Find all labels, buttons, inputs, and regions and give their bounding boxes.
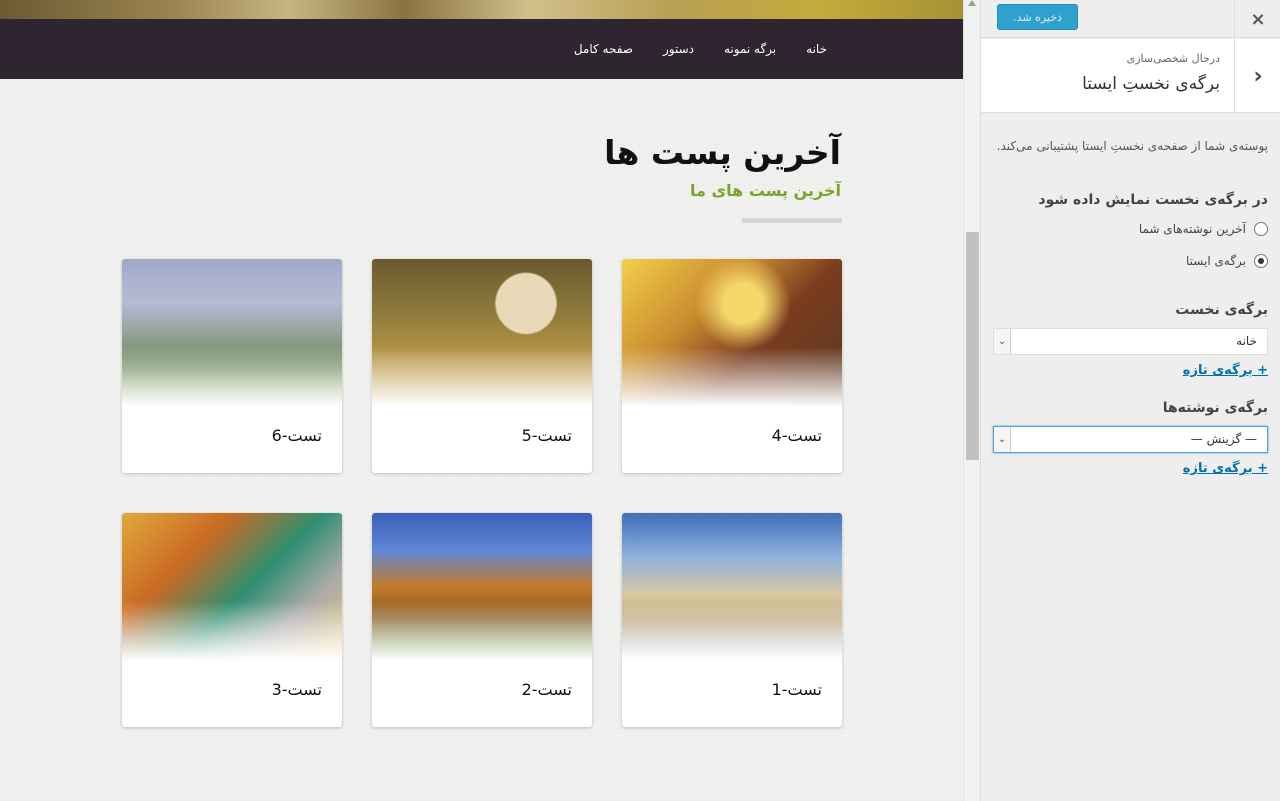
- front-page-select[interactable]: ⌄ خانه: [993, 328, 1268, 355]
- add-new-page-link[interactable]: + برگه‌ی تازه: [1183, 461, 1268, 476]
- radio-label: آخرین نوشته‌های شما: [1138, 222, 1246, 236]
- customizing-label: درحال شخصی‌سازی: [1126, 52, 1220, 65]
- select-value: — گزینش —: [1190, 432, 1257, 446]
- post-card[interactable]: تست-3: [122, 513, 342, 727]
- post-title[interactable]: تست-2: [522, 680, 572, 699]
- add-new-page-link[interactable]: + برگه‌ی تازه: [1183, 363, 1268, 378]
- post-title[interactable]: تست-5: [522, 426, 572, 445]
- section-subtitle: آخرین پست های ما: [690, 181, 841, 200]
- post-thumbnail: [622, 259, 842, 407]
- chevron-down-icon: ⌄: [994, 329, 1011, 354]
- section-header: ‹ درحال شخصی‌سازی برگه‌ی نخستِ ایستا: [981, 39, 1280, 113]
- section-description: پوسته‌ی شما از صفحه‌ی نخستِ ایستا پشتیبا…: [996, 139, 1268, 153]
- radio-label: برگه‌ی ایستا: [1186, 254, 1246, 268]
- front-page-display-heading: در برگه‌ی نخست نمایش داده شود: [1038, 192, 1268, 208]
- post-card[interactable]: تست-4: [622, 259, 842, 473]
- close-button[interactable]: ×: [1234, 0, 1280, 38]
- section-name: برگه‌ی نخستِ ایستا: [1082, 74, 1220, 94]
- back-button[interactable]: ‹: [1234, 39, 1280, 113]
- radio-static-page[interactable]: برگه‌ی ایستا: [1186, 254, 1268, 268]
- chevron-down-icon: ⌄: [994, 427, 1011, 452]
- nav-item-recipe[interactable]: دستور: [663, 42, 694, 56]
- post-card[interactable]: تست-1: [622, 513, 842, 727]
- select-value: خانه: [1236, 334, 1257, 348]
- scrollbar-thumb[interactable]: [966, 232, 979, 460]
- title-divider: [742, 218, 842, 223]
- radio-button[interactable]: [1254, 222, 1268, 236]
- header-image: [0, 0, 963, 19]
- site-preview: خانه برگه نمونه دستور صفحه کامل آخرین پس…: [0, 0, 963, 801]
- nav-item-sample-page[interactable]: برگه نمونه: [724, 42, 776, 56]
- post-card[interactable]: تست-2: [372, 513, 592, 727]
- close-icon: ×: [1250, 8, 1266, 30]
- preview-scrollbar[interactable]: [963, 0, 980, 801]
- post-thumbnail: [122, 259, 342, 407]
- chevron-left-icon: ‹: [1253, 63, 1263, 89]
- nav-item-full-page[interactable]: صفحه کامل: [574, 42, 633, 56]
- post-thumbnail: [372, 259, 592, 407]
- post-thumbnail: [622, 513, 842, 661]
- posts-page-select[interactable]: ⌄ — گزینش —: [993, 426, 1268, 453]
- site-navigation: خانه برگه نمونه دستور صفحه کامل: [0, 19, 963, 79]
- front-page-label: برگه‌ی نخست: [1175, 302, 1268, 318]
- post-thumbnail: [372, 513, 592, 661]
- customizer-header: × ذخیره شد.: [981, 0, 1280, 38]
- post-thumbnail: [122, 513, 342, 661]
- customizer-sidebar: × ذخیره شد. ‹ درحال شخصی‌سازی برگه‌ی نخس…: [980, 0, 1280, 801]
- save-button[interactable]: ذخیره شد.: [997, 4, 1078, 30]
- scroll-up-arrow-icon[interactable]: [968, 0, 976, 6]
- posts-page-label: برگه‌ی نوشته‌ها: [1162, 400, 1268, 416]
- post-title[interactable]: تست-6: [272, 426, 322, 445]
- nav-item-home[interactable]: خانه: [806, 42, 827, 56]
- section-title: آخرین پست ها: [604, 133, 841, 172]
- post-card[interactable]: تست-6: [122, 259, 342, 473]
- post-card[interactable]: تست-5: [372, 259, 592, 473]
- radio-button[interactable]: [1254, 254, 1268, 268]
- post-title[interactable]: تست-3: [272, 680, 322, 699]
- radio-latest-posts[interactable]: آخرین نوشته‌های شما: [1139, 222, 1268, 236]
- post-title[interactable]: تست-1: [772, 680, 822, 699]
- post-title[interactable]: تست-4: [772, 426, 822, 445]
